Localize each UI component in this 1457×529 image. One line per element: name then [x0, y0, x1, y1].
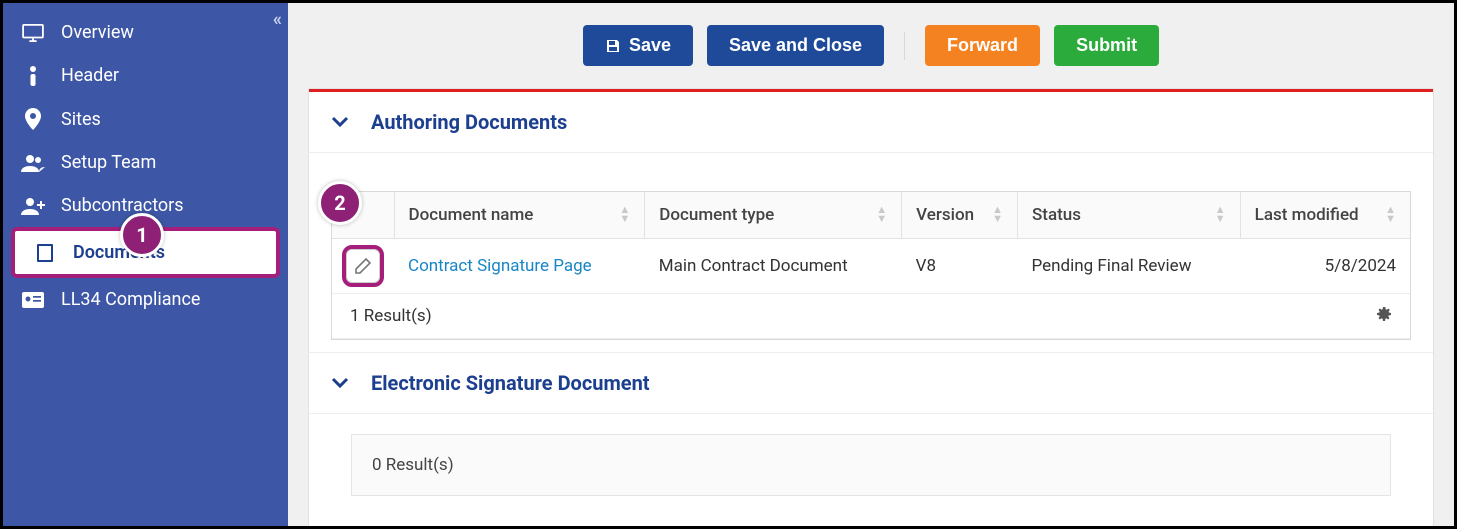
sidebar-item-label: LL34 Compliance [61, 289, 200, 310]
col-edit [332, 192, 394, 239]
status-cell: Pending Final Review [1018, 239, 1241, 294]
result-count: 1 Result(s) [350, 306, 432, 326]
panel-title: Authoring Documents [371, 110, 567, 134]
sidebar-item-header[interactable]: Header [3, 54, 288, 97]
sort-icon[interactable]: ▲▼ [992, 205, 1003, 223]
signature-results: 0 Result(s) [351, 434, 1391, 496]
submit-button[interactable]: Submit [1054, 25, 1159, 66]
electronic-signature-title: Electronic Signature Document [371, 371, 650, 395]
gear-icon[interactable] [1376, 306, 1392, 322]
edit-row-button[interactable] [346, 249, 380, 283]
sidebar-item-documents[interactable]: Documents [11, 227, 280, 278]
forward-button[interactable]: Forward [925, 25, 1040, 66]
toolbar-divider [904, 32, 905, 60]
col-last-modified[interactable]: Last modified▲▼ [1240, 192, 1410, 239]
users-icon [21, 154, 45, 172]
monitor-icon [21, 24, 45, 42]
col-document-type[interactable]: Document type▲▼ [645, 192, 902, 239]
documents-table: Document name▲▼ Document type▲▼ Version▲… [331, 191, 1411, 340]
main-area: Save Save and Close Forward Submit Autho… [288, 3, 1454, 526]
sort-icon[interactable]: ▲▼ [876, 205, 887, 223]
sidebar-item-label: Sites [61, 109, 101, 130]
electronic-signature-header[interactable]: Electronic Signature Document [309, 352, 1433, 414]
version-cell: V8 [902, 239, 1018, 294]
sidebar-item-setup-team[interactable]: Setup Team [3, 141, 288, 184]
sidebar-item-label: Header [61, 65, 119, 86]
document-name-link[interactable]: Contract Signature Page [408, 256, 592, 276]
book-icon [33, 243, 57, 263]
authoring-documents-panel: Authoring Documents Document name▲▼ Docu… [308, 88, 1434, 526]
col-status[interactable]: Status▲▼ [1018, 192, 1241, 239]
sidebar-item-label: Documents [73, 242, 165, 263]
sort-icon[interactable]: ▲▼ [619, 205, 630, 223]
sort-icon[interactable]: ▲▼ [1215, 205, 1226, 223]
pin-icon [21, 108, 45, 130]
col-document-name[interactable]: Document name▲▼ [394, 192, 645, 239]
info-icon [21, 66, 45, 86]
sidebar-item-subcontractors[interactable]: Subcontractors [3, 184, 288, 227]
collapse-sidebar-icon[interactable]: « [273, 9, 278, 30]
col-version[interactable]: Version▲▼ [902, 192, 1018, 239]
sidebar-item-label: Setup Team [61, 152, 156, 173]
table-row: Contract Signature Page Main Contract Do… [332, 239, 1410, 294]
sidebar-item-overview[interactable]: Overview [3, 11, 288, 54]
document-type-cell: Main Contract Document [645, 239, 902, 294]
app-frame: « Overview Header Sites Setup Team [0, 0, 1457, 529]
chevron-down-icon[interactable] [331, 116, 349, 128]
chevron-down-icon[interactable] [331, 377, 349, 389]
user-plus-icon [21, 197, 45, 215]
last-modified-cell: 5/8/2024 [1240, 239, 1410, 294]
results-row: 1 Result(s) [332, 294, 1410, 339]
save-disk-icon [605, 38, 621, 54]
sort-icon[interactable]: ▲▼ [1385, 205, 1396, 223]
sidebar-item-sites[interactable]: Sites [3, 97, 288, 141]
signature-result-count: 0 Result(s) [372, 455, 454, 475]
sidebar-item-ll34[interactable]: LL34 Compliance [3, 278, 288, 321]
save-button[interactable]: Save [583, 25, 693, 66]
panel-header[interactable]: Authoring Documents [309, 89, 1433, 153]
sidebar-item-label: Subcontractors [61, 195, 184, 216]
save-close-button[interactable]: Save and Close [707, 25, 884, 66]
id-card-icon [21, 292, 45, 308]
toolbar: Save Save and Close Forward Submit [288, 3, 1454, 88]
sidebar-item-label: Overview [61, 22, 134, 43]
sidebar: « Overview Header Sites Setup Team [3, 3, 288, 526]
